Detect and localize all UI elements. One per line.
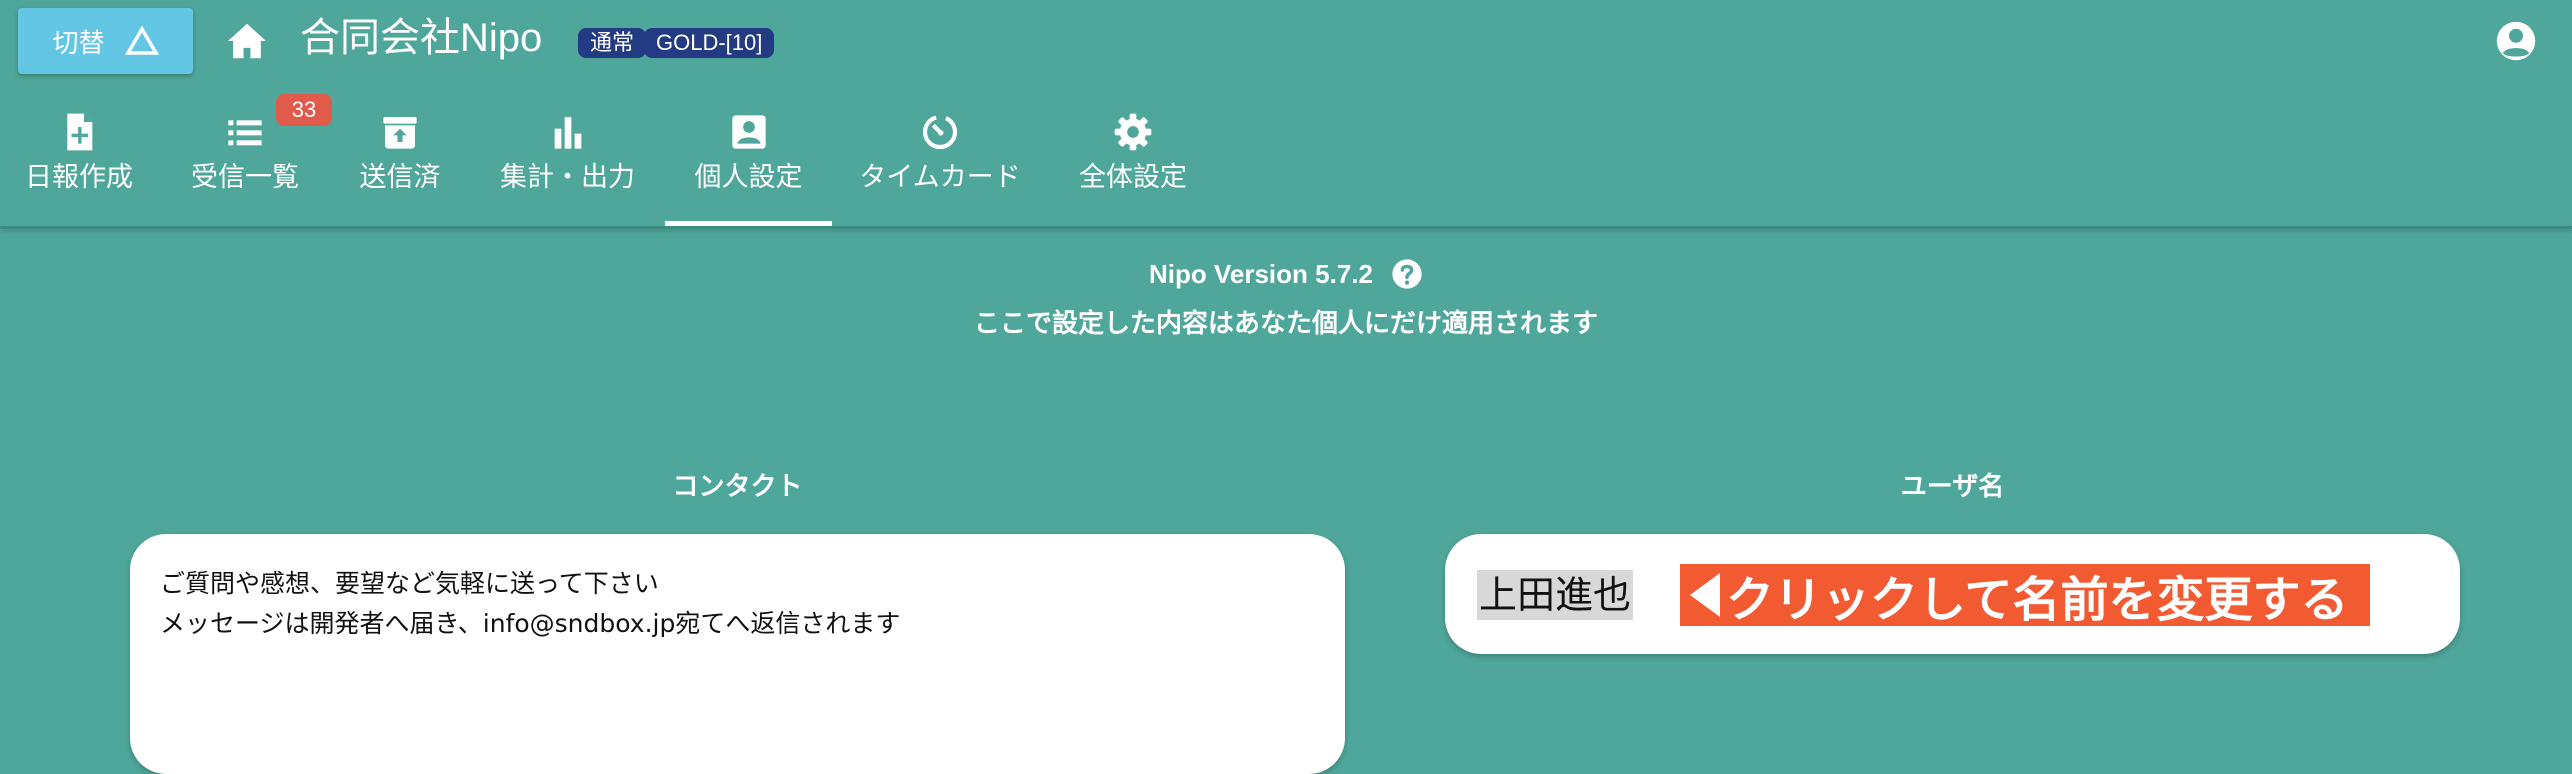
header-divider — [0, 226, 2572, 229]
switch-label: 切替 — [52, 27, 105, 58]
contact-card-icon — [731, 115, 766, 149]
contact-title: コンタクト — [672, 472, 803, 502]
version-text: Nipo Version 5.7.2 — [1149, 258, 1373, 289]
contact-line-2: メッセージは開発者へ届き、info@sndbox.jp宛てへ返信されます — [160, 609, 901, 638]
change-name-button[interactable]: クリックして名前を変更する — [1680, 564, 2370, 628]
switch-button[interactable]: 切替 — [18, 8, 193, 74]
username-card[interactable]: 上田進也 クリックして名前を変更する — [1445, 534, 2460, 654]
tab-label: 全体設定 — [1079, 162, 1187, 192]
tab-timecard[interactable]: タイムカード — [855, 100, 1025, 226]
tab-create-report[interactable]: 日報作成 — [14, 100, 144, 226]
tab-label: 送信済 — [359, 162, 441, 192]
tab-label: タイムカード — [859, 162, 1021, 192]
home-icon[interactable] — [226, 22, 268, 60]
tab-global-settings[interactable]: 全体設定 — [1070, 100, 1196, 226]
gear-icon — [1114, 113, 1152, 151]
tab-label: 受信一覧 — [191, 162, 299, 192]
contact-line-1: ご質問や感想、要望など気軽に送って下さい — [160, 569, 659, 598]
tab-sent[interactable]: 送信済 — [340, 100, 460, 226]
change-name-label: クリックして名前を変更する — [1726, 572, 2349, 628]
tab-label: 個人設定 — [694, 162, 803, 192]
plan-badge: 通常 — [578, 28, 647, 58]
top-bar: 切替 合同会社Nipo 通常 GOLD-[10] — [0, 0, 2572, 82]
personal-settings-notice: ここで設定した内容はあなた個人にだけ適用されます — [973, 309, 1598, 339]
list-icon — [228, 120, 262, 146]
username-value[interactable]: 上田進也 — [1477, 570, 1634, 620]
archive-icon — [383, 117, 417, 149]
tab-personal-settings[interactable]: 個人設定 — [665, 100, 832, 226]
triangle-icon — [124, 26, 159, 55]
left-arrow-icon — [1690, 573, 1720, 617]
company-name: 合同会社Nipo — [300, 16, 543, 60]
gold-badge: GOLD-[10] — [644, 28, 775, 58]
help-icon[interactable] — [1391, 258, 1423, 290]
timer-icon — [922, 114, 958, 150]
unread-count-badge: 33 — [276, 94, 332, 126]
note-add-icon — [67, 113, 93, 151]
bar-chart-icon — [554, 117, 581, 149]
main-tabs: 日報作成 受信一覧 送信済 集計・出力 個人設定 タイムカード 全体設定 — [0, 100, 2572, 226]
version-row: Nipo Version 5.7.2 — [0, 258, 2572, 290]
account-icon[interactable] — [2495, 20, 2537, 62]
tab-label: 集計・出力 — [500, 162, 635, 192]
tab-summary-export[interactable]: 集計・出力 — [490, 100, 645, 226]
contact-message-box[interactable]: ご質問や感想、要望など気軽に送って下さい メッセージは開発者へ届き、info@s… — [130, 534, 1345, 774]
username-title: ユーザ名 — [1900, 472, 2005, 502]
tab-label: 日報作成 — [25, 162, 133, 192]
